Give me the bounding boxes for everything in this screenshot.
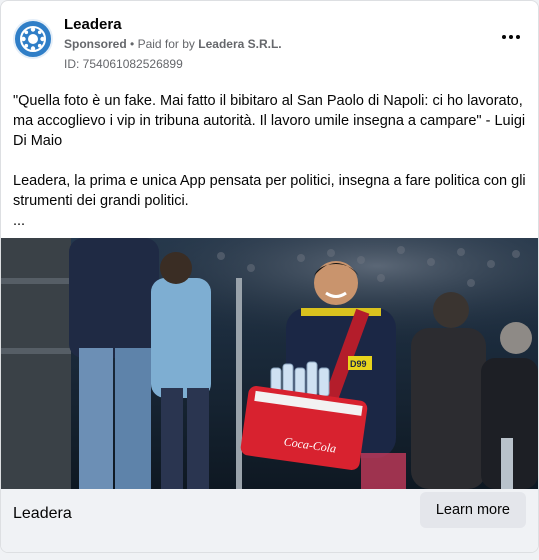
- body-paragraph-pitch: Leadera, la prima e unica App pensata pe…: [13, 173, 526, 209]
- page-name[interactable]: Leadera: [64, 16, 122, 33]
- ad-footer[interactable]: Leadera Learn more: [1, 489, 538, 552]
- payer-name: Leadera S.R.L.: [198, 37, 282, 51]
- ad-photo[interactable]: D99 Coca-Cola: [1, 238, 538, 489]
- page-avatar[interactable]: [13, 19, 53, 59]
- footer-title[interactable]: Leadera: [13, 505, 72, 523]
- more-horizontal-icon-dot: [509, 35, 513, 39]
- more-horizontal-icon: [502, 35, 506, 39]
- ad-header: Leadera Sponsored • Paid for by Leadera …: [13, 13, 526, 73]
- see-more-ellipsis[interactable]: ...: [13, 211, 529, 231]
- stadium-photo-image: D99 Coca-Cola: [1, 238, 538, 489]
- ad-card: Leadera Sponsored • Paid for by Leadera …: [0, 0, 539, 553]
- more-horizontal-icon-dot: [516, 35, 520, 39]
- meta-separator: •: [130, 37, 135, 51]
- sponsored-line: Sponsored • Paid for by Leadera S.R.L.: [64, 37, 282, 51]
- sponsored-label: Sponsored: [64, 37, 127, 51]
- ad-body-text: "Quella foto è un fake. Mai fatto il bib…: [13, 91, 529, 231]
- paid-for-label: Paid for by: [137, 37, 195, 51]
- learn-more-button[interactable]: Learn more: [419, 492, 526, 528]
- more-options-button[interactable]: [500, 29, 522, 45]
- badge-text: D99: [350, 359, 367, 369]
- leadera-logo-icon: [20, 26, 46, 52]
- body-paragraph-quote: "Quella foto è un fake. Mai fatto il bib…: [13, 93, 526, 149]
- ad-id: ID: 754061082526899: [64, 57, 183, 71]
